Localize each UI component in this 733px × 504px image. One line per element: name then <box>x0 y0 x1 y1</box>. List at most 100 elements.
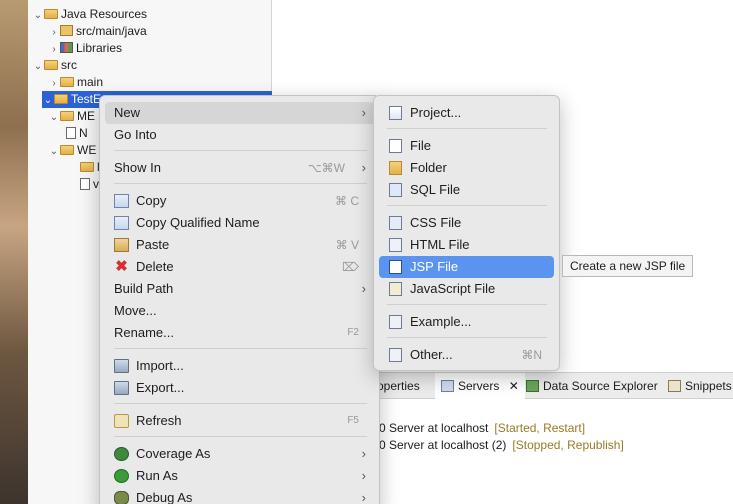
tooltip: Create a new JSP file <box>562 255 694 277</box>
menu-item-run-as[interactable]: Run As › <box>105 465 375 487</box>
menu-separator <box>387 337 547 338</box>
submenu-item-sql-file[interactable]: SQL File <box>379 179 554 201</box>
menu-separator <box>387 128 547 129</box>
menu-item-copy[interactable]: Copy ⌘ C <box>105 190 375 212</box>
submenu-item-other[interactable]: Other... ⌘N <box>379 344 554 366</box>
tree-item-src[interactable]: ⌄ src <box>32 57 77 74</box>
file-icon <box>66 127 76 139</box>
menu-item-go-into[interactable]: Go Into <box>105 124 375 146</box>
submenu-item-javascript-file[interactable]: JavaScript File <box>379 278 554 300</box>
menu-item-new[interactable]: New › <box>105 102 375 124</box>
tree-item-libraries[interactable]: › Libraries <box>48 40 122 57</box>
tree-item-meta-inf[interactable]: ⌄ ME <box>48 108 95 125</box>
menu-item-coverage-as[interactable]: Coverage As › <box>105 443 375 465</box>
submenu-item-example[interactable]: Example... <box>379 311 554 333</box>
tree-item-web-xml[interactable]: v <box>80 176 99 193</box>
expand-arrow-icon[interactable]: › <box>48 41 60 58</box>
tab-data-source-explorer[interactable]: Data Source Explorer <box>526 373 658 399</box>
menu-item-debug-as[interactable]: Debug As › <box>105 487 375 504</box>
folder-icon <box>44 60 58 70</box>
collapse-arrow-icon[interactable]: ⌄ <box>48 109 60 126</box>
other-wizard-icon <box>389 348 402 362</box>
menu-item-show-in[interactable]: Show In ⌥⌘W › <box>105 157 375 179</box>
folder-icon <box>60 145 74 155</box>
delete-icon: ✖ <box>115 258 128 275</box>
submenu-arrow-icon: › <box>361 281 366 296</box>
new-submenu: Project... File Folder SQL File CSS File… <box>373 95 560 371</box>
new-project-icon <box>389 106 402 120</box>
menu-separator <box>387 304 547 305</box>
menu-item-refresh[interactable]: Refresh F5 <box>105 410 375 432</box>
menu-separator <box>114 183 367 184</box>
snippets-icon <box>668 380 681 392</box>
expand-arrow-icon[interactable]: › <box>48 24 60 41</box>
folder-icon <box>389 161 402 175</box>
collapse-arrow-icon[interactable]: ⌄ <box>48 143 60 160</box>
menu-separator <box>387 205 547 206</box>
run-icon <box>114 469 129 483</box>
folder-icon <box>60 77 74 87</box>
folder-icon <box>44 9 58 19</box>
expand-arrow-icon[interactable]: › <box>48 75 60 92</box>
tree-item-src-main-java[interactable]: › src/main/java <box>48 23 146 41</box>
collapse-arrow-icon[interactable]: ⌄ <box>32 7 44 24</box>
submenu-arrow-icon: › <box>361 490 366 504</box>
menu-item-paste[interactable]: Paste ⌘ V <box>105 234 375 256</box>
sql-file-icon <box>389 183 402 197</box>
submenu-item-jsp-file[interactable]: JSP File <box>379 256 554 278</box>
tab-snippets[interactable]: Snippets <box>668 373 732 399</box>
folder-icon <box>60 111 74 121</box>
html-file-icon <box>389 238 402 252</box>
folder-icon <box>80 162 94 172</box>
menu-separator <box>114 403 367 404</box>
package-folder-icon <box>60 25 73 36</box>
submenu-item-html-file[interactable]: HTML File <box>379 234 554 256</box>
javascript-file-icon <box>389 282 402 296</box>
tab-properties[interactable]: roperties <box>373 373 420 399</box>
folder-icon <box>54 94 68 104</box>
submenu-item-folder[interactable]: Folder <box>379 157 554 179</box>
context-menu: New › Go Into Show In ⌥⌘W › Copy ⌘ C Cop… <box>99 95 380 504</box>
copy-icon <box>114 194 129 208</box>
collapse-arrow-icon[interactable]: ⌄ <box>42 92 54 109</box>
menu-item-export[interactable]: Export... <box>105 377 375 399</box>
menu-item-build-path[interactable]: Build Path › <box>105 278 375 300</box>
refresh-icon <box>114 414 129 428</box>
menu-separator <box>114 436 367 437</box>
server-row[interactable]: 0 Server at localhost [Started, Restart] <box>379 421 585 435</box>
submenu-arrow-icon: › <box>361 468 366 483</box>
menu-separator <box>114 150 367 151</box>
debug-icon <box>114 491 129 504</box>
menu-item-rename[interactable]: Rename... F2 <box>105 322 375 344</box>
tree-item-web-inf[interactable]: ⌄ WE <box>48 142 97 160</box>
collapse-arrow-icon[interactable]: ⌄ <box>32 58 44 75</box>
menu-item-delete[interactable]: ✖ Delete ⌦ <box>105 256 375 278</box>
tree-item-java-resources[interactable]: ⌄ Java Resources <box>32 6 147 23</box>
menu-item-copy-qualified-name[interactable]: Copy Qualified Name <box>105 212 375 234</box>
jsp-file-icon <box>389 260 402 274</box>
tab-servers[interactable]: Servers ✕ <box>435 373 525 399</box>
example-icon <box>389 315 402 329</box>
file-icon <box>389 139 402 153</box>
submenu-arrow-icon: › <box>361 446 366 461</box>
submenu-item-css-file[interactable]: CSS File <box>379 212 554 234</box>
import-icon <box>114 359 129 373</box>
tree-item-lib[interactable]: l <box>80 159 100 176</box>
servers-icon <box>441 380 454 392</box>
export-icon <box>114 381 129 395</box>
menu-item-import[interactable]: Import... <box>105 355 375 377</box>
server-row[interactable]: 0 Server at localhost (2) [Stopped, Repub… <box>379 438 624 452</box>
submenu-arrow-icon: › <box>361 105 366 120</box>
xml-file-icon <box>80 178 90 190</box>
copy-qualified-name-icon <box>114 216 129 230</box>
tree-item-main[interactable]: › main <box>48 74 103 91</box>
paste-icon <box>114 238 129 252</box>
submenu-item-project[interactable]: Project... <box>379 102 554 124</box>
submenu-arrow-icon: › <box>361 160 366 175</box>
menu-item-move[interactable]: Move... <box>105 300 375 322</box>
close-tab-icon[interactable]: ✕ <box>509 379 519 393</box>
menu-separator <box>114 348 367 349</box>
submenu-item-file[interactable]: File <box>379 135 554 157</box>
data-source-icon <box>526 380 539 392</box>
tree-item-manifest[interactable]: N <box>66 125 88 142</box>
